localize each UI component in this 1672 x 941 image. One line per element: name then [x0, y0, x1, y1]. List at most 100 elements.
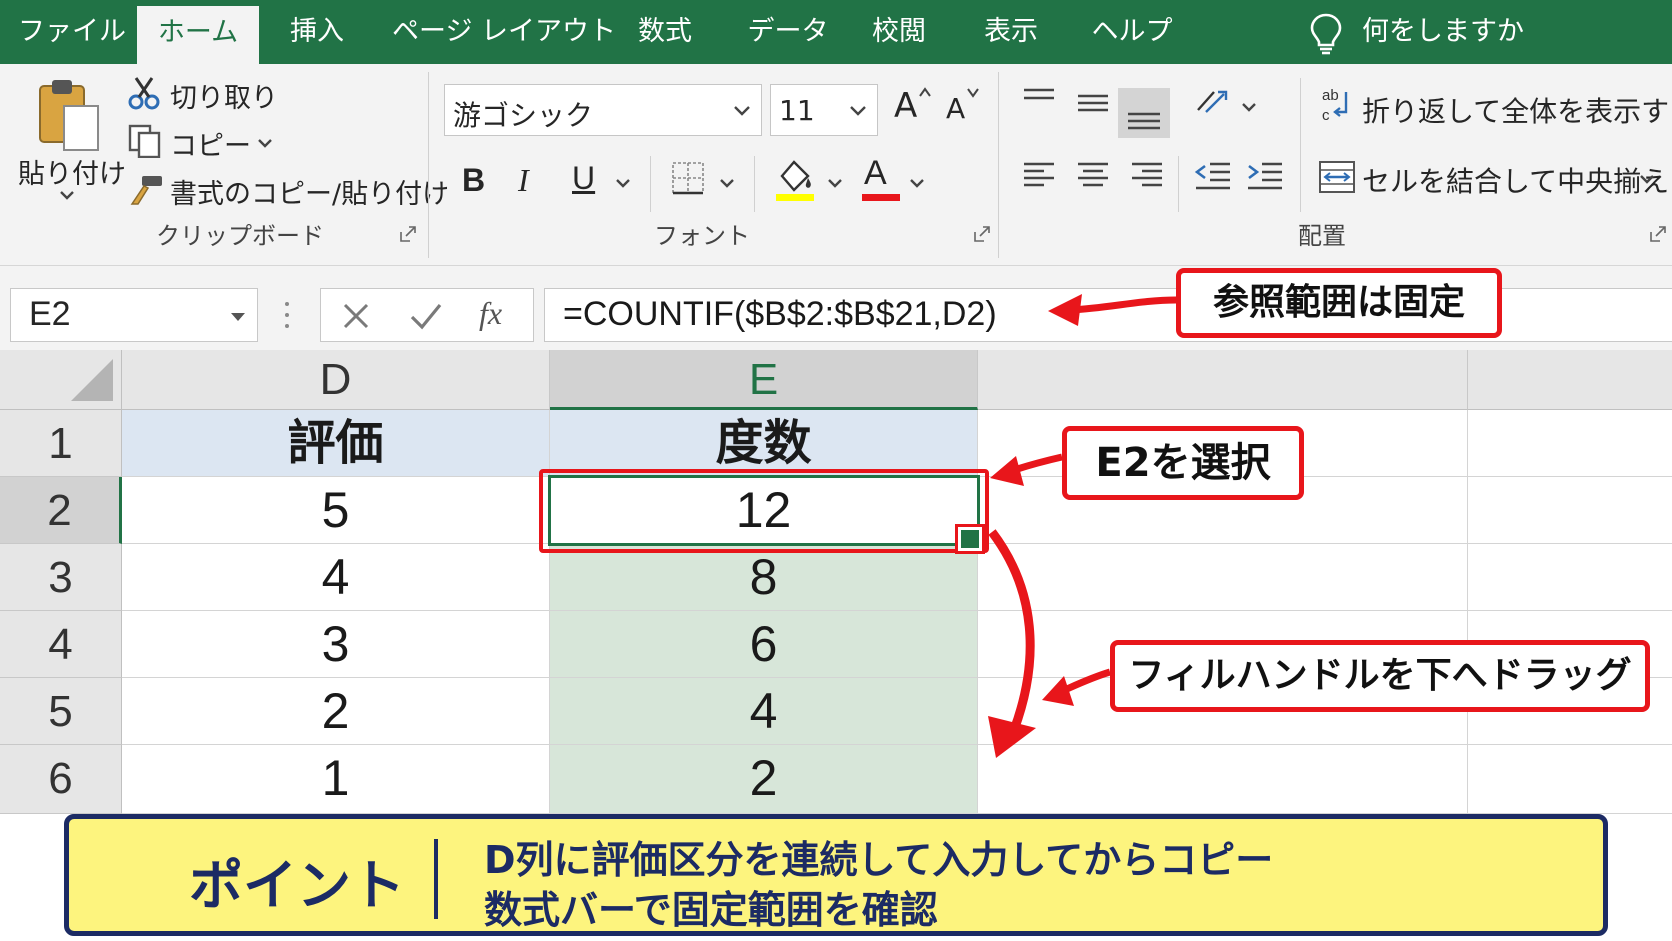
enter-checkmark-icon[interactable] [409, 301, 443, 331]
column-header-d[interactable]: D [122, 350, 550, 410]
splitter-handle-icon[interactable] [282, 298, 292, 332]
name-box[interactable]: E2 [10, 288, 258, 342]
cell-e1[interactable]: 度数 [550, 410, 978, 477]
orientation-icon[interactable] [1194, 84, 1232, 120]
font-color-button[interactable]: A [864, 154, 887, 193]
cut-button[interactable]: 切り取り [170, 76, 278, 115]
underline-button[interactable]: U [572, 160, 595, 197]
grow-font-button[interactable]: A [894, 86, 917, 126]
alignment-group-label: 配置 [1298, 222, 1346, 250]
cell-g6[interactable] [1468, 745, 1672, 814]
cell-g3[interactable] [1468, 544, 1672, 611]
paste-chevron-down-icon[interactable] [58, 188, 76, 202]
tab-home[interactable]: ホーム [137, 6, 259, 64]
insert-function-fx-button[interactable]: fx [479, 295, 502, 332]
fill-color-bucket-icon[interactable] [774, 156, 816, 202]
cell-d1[interactable]: 評価 [122, 410, 550, 477]
row-header-6[interactable]: 6 [0, 745, 122, 814]
underline-chevron-down-icon[interactable] [614, 176, 632, 190]
cell-e6[interactable]: 2 [550, 745, 978, 814]
divider [1300, 78, 1301, 212]
tab-formulas[interactable]: 数式 [626, 0, 704, 64]
fill-color-chevron-down-icon[interactable] [826, 176, 844, 190]
row-header-2[interactable]: 2 [0, 477, 122, 544]
paste-label[interactable]: 貼り付け [18, 152, 126, 191]
row-header-5[interactable]: 5 [0, 678, 122, 745]
point-line-1: D列に評価区分を連続して入力してからコピー [484, 838, 1274, 882]
row-header-3[interactable]: 3 [0, 544, 122, 611]
copy-chevron-down-icon[interactable] [256, 136, 274, 150]
wrap-text-button[interactable]: 折り返して全体を表示する [1362, 90, 1672, 130]
excel-window: ファイル ホーム 挿入 ページ レイアウト 数式 データ 校閲 表示 ヘルプ 何… [0, 0, 1672, 941]
cell-d3[interactable]: 4 [122, 544, 550, 611]
align-bottom-icon [1128, 112, 1160, 130]
font-name-value: 游ゴシック [453, 99, 594, 132]
cell-e4[interactable]: 6 [550, 611, 978, 678]
tab-file[interactable]: ファイル [18, 0, 126, 64]
merge-chevron-down-icon[interactable] [1638, 172, 1656, 186]
tab-review[interactable]: 校閲 [860, 0, 938, 64]
borders-chevron-down-icon[interactable] [718, 176, 736, 190]
format-painter-button[interactable]: 書式のコピー/貼り付け [170, 172, 449, 211]
group-separator [428, 72, 429, 258]
tab-page-layout[interactable]: ページ レイアウト [392, 0, 616, 64]
merge-center-button[interactable]: セルを結合して中央揃え [1362, 160, 1669, 200]
cancel-x-icon[interactable] [341, 301, 371, 331]
tab-data[interactable]: データ [738, 0, 838, 64]
tab-help[interactable]: ヘルプ [1082, 0, 1182, 64]
bold-button[interactable]: B [462, 162, 485, 199]
borders-icon[interactable] [670, 160, 706, 196]
row-header-4[interactable]: 4 [0, 611, 122, 678]
font-group-label: フォント [654, 222, 750, 250]
italic-button[interactable]: I [518, 162, 529, 199]
cell-e5[interactable]: 4 [550, 678, 978, 745]
copy-button[interactable]: コピー [170, 124, 251, 163]
svg-text:ab: ab [1322, 87, 1339, 104]
font-color-chevron-down-icon[interactable] [908, 176, 926, 190]
align-right-icon[interactable] [1130, 158, 1164, 192]
dialog-launcher-icon[interactable] [400, 226, 416, 242]
dialog-launcher-icon[interactable] [1650, 226, 1666, 242]
tab-view[interactable]: 表示 [972, 0, 1050, 64]
name-box-dropdown-icon[interactable] [229, 311, 247, 323]
cell-d2[interactable]: 5 [122, 477, 550, 544]
cell-g2[interactable] [1468, 477, 1672, 544]
cell-d4[interactable]: 3 [122, 611, 550, 678]
formula-bar-buttons: fx [320, 288, 534, 342]
font-name-dropdown[interactable]: 游ゴシック [444, 84, 762, 136]
decrease-indent-icon[interactable] [1194, 158, 1232, 192]
column-header-e[interactable]: E [550, 350, 978, 410]
paste-icon[interactable] [34, 76, 104, 156]
increase-indent-icon[interactable] [1246, 158, 1284, 192]
font-size-dropdown[interactable]: 11 [770, 84, 878, 136]
orientation-chevron-down-icon[interactable] [1240, 100, 1258, 114]
cell-g1[interactable] [1468, 410, 1672, 477]
row-header-1[interactable]: 1 [0, 410, 122, 477]
tab-insert[interactable]: 挿入 [278, 0, 356, 64]
select-all-triangle-icon [71, 359, 113, 401]
wrap-text-icon: ab c [1322, 87, 1348, 124]
point-separator [434, 839, 438, 919]
caret-up-icon [919, 87, 931, 97]
align-left-icon[interactable] [1022, 158, 1056, 192]
cell-f3[interactable] [978, 544, 1468, 611]
align-center-icon[interactable] [1076, 158, 1110, 192]
cell-f6[interactable] [978, 745, 1468, 814]
align-middle-icon[interactable] [1076, 86, 1110, 116]
cell-d5[interactable]: 2 [122, 678, 550, 745]
ribbon-home: 貼り付け 切り取り コピー 書式のコピー/貼り付け クリップボード 游ゴシック … [0, 64, 1672, 266]
select-all-corner[interactable] [0, 350, 122, 410]
tell-me-search[interactable]: 何をしますか [1362, 0, 1524, 64]
caret-down-icon [967, 88, 979, 98]
cell-e3[interactable]: 8 [550, 544, 978, 611]
column-header-g[interactable] [1468, 350, 1672, 410]
fill-handle[interactable] [955, 524, 985, 554]
dialog-launcher-icon[interactable] [974, 226, 990, 242]
align-top-icon[interactable] [1022, 86, 1056, 116]
merge-center-icon [1319, 161, 1355, 193]
cell-d6[interactable]: 1 [122, 745, 550, 814]
column-header-f[interactable] [978, 350, 1468, 410]
svg-text:c: c [1322, 107, 1330, 124]
shrink-font-button[interactable]: A [946, 92, 965, 125]
formula-input[interactable]: =COUNTIF($B$2:$B$21,D2) [544, 288, 1672, 342]
